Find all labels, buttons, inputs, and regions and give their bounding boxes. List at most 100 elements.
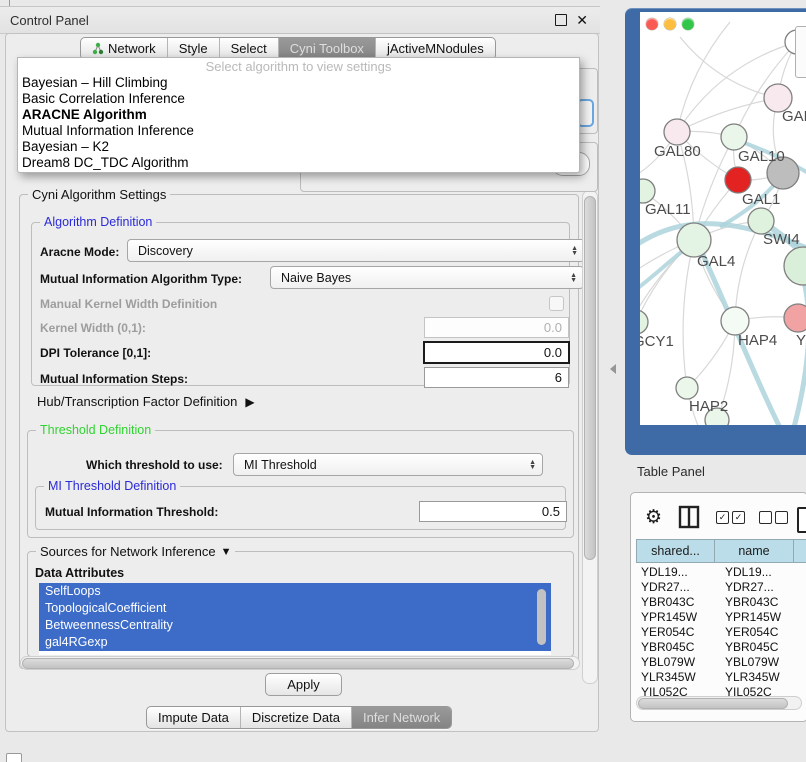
attribute-item[interactable]: SelfLoops (39, 583, 551, 600)
network-edge[interactable] (683, 240, 694, 388)
table-row[interactable]: YBR045CYBR045C9. (636, 640, 806, 655)
manual-kernel-checkbox[interactable] (549, 296, 564, 311)
table-cell: YBR045C (636, 640, 718, 655)
table-row[interactable]: YDL19...YDL19...13 (636, 565, 806, 580)
settings-hscroll-thumb[interactable] (22, 658, 574, 669)
network-node-gal10[interactable] (721, 124, 747, 150)
list-scrollbar-thumb[interactable] (537, 589, 546, 645)
tab-discretize-data[interactable]: Discretize Data (240, 707, 351, 728)
tab-impute-data[interactable]: Impute Data (147, 707, 240, 728)
network-node-gal11[interactable] (640, 179, 655, 203)
tab-label: jActiveMNodules (387, 38, 484, 59)
tab-label: Cyni Toolbox (290, 38, 364, 59)
tab-jactivemnodules[interactable]: jActiveMNodules (375, 38, 495, 59)
attribute-item[interactable]: TopologicalCoefficient (39, 600, 551, 617)
document-icon[interactable] (797, 507, 806, 533)
mi-steps-field[interactable]: 6 (424, 367, 569, 388)
menu-item-bayesian-k2[interactable]: Bayesian – K2 (18, 139, 579, 155)
float-window-icon[interactable] (555, 14, 567, 26)
apply-button[interactable]: Apply (265, 673, 342, 696)
dpi-tolerance-field[interactable]: 0.0 (423, 341, 570, 364)
menu-item-bayesian-hill-climbing[interactable]: Bayesian – Hill Climbing (18, 75, 579, 91)
table-cell: YDR27... (636, 580, 718, 595)
sources-legend[interactable]: Sources for Network Inference ▼ (36, 544, 235, 559)
attribute-item[interactable]: gal4RGexp (39, 634, 551, 651)
mi-algorithm-type-label: Mutual Information Algorithm Type: (40, 272, 242, 286)
network-node[interactable] (784, 247, 806, 285)
table-hscroll-thumb[interactable] (638, 698, 788, 709)
table-cell: YBL079W (718, 655, 803, 670)
table-horizontal-scrollbar[interactable] (636, 696, 802, 710)
table-row[interactable]: YDR27...YDR27...12 (636, 580, 806, 595)
deselect-all-checkbox-icon2[interactable] (775, 511, 788, 524)
table-row[interactable]: YPR145WYPR145W9. (636, 610, 806, 625)
column-settings-icon[interactable] (678, 505, 700, 529)
network-edge[interactable] (735, 221, 761, 321)
node-label: GAL4 (697, 253, 735, 270)
zoom-traffic-light[interactable] (682, 18, 694, 30)
gear-icon[interactable]: ⚙ (645, 506, 662, 529)
which-threshold-combo[interactable]: MI Threshold ▲▼ (233, 453, 543, 476)
network-node-gal80[interactable] (664, 119, 690, 145)
menu-item-mutual-information-inference[interactable]: Mutual Information Inference (18, 123, 579, 139)
network-node-gal4[interactable] (677, 223, 711, 257)
column-header-shared...[interactable]: shared... (636, 539, 715, 563)
mit-value: 0.5 (542, 504, 560, 519)
hub-definition-toggle[interactable]: Hub/Transcription Factor Definition ▶ (37, 394, 255, 409)
tab-infer-network[interactable]: Infer Network (351, 707, 451, 728)
data-attributes-label: Data Attributes (35, 566, 124, 580)
column-header-cut[interactable] (794, 539, 806, 563)
kernel-width-field[interactable]: 0.0 (424, 317, 569, 338)
attribute-item[interactable]: BetweennessCentrality (39, 617, 551, 634)
table-cell: YLR345W (636, 670, 718, 685)
settings-vertical-scrollbar[interactable] (582, 190, 598, 684)
table-cell: YPR145W (636, 610, 718, 625)
deselect-all-checkbox-icon[interactable] (759, 511, 772, 524)
threshold-definition-legend: Threshold Definition (36, 423, 155, 437)
network-node-gcy1[interactable] (640, 310, 648, 334)
table-row[interactable]: YER054CYER054C8. (636, 625, 806, 640)
network-node-hap2[interactable] (676, 377, 698, 399)
tab-label: Network (108, 38, 156, 59)
cut-off-toolbar (795, 26, 806, 78)
menu-item-dream8-dc-tdc-algorithm[interactable]: Dream8 DC_TDC Algorithm (18, 155, 579, 171)
network-view-canvas[interactable]: GALGAL80GAL10GAL1GAL11SWI4GAL4GCY1HAP4YH… (640, 12, 806, 425)
table-cell: YBR045C (718, 640, 803, 655)
network-edge[interactable] (677, 22, 730, 132)
select-all-checkbox-icon[interactable]: ✓ (716, 511, 729, 524)
tab-label: Discretize Data (252, 707, 340, 728)
close-traffic-light[interactable] (646, 18, 658, 30)
tab-network[interactable]: Network (81, 38, 167, 59)
tab-style[interactable]: Style (167, 38, 219, 59)
splitpane-collapse-icon[interactable] (610, 364, 616, 374)
manual-kernel-label: Manual Kernel Width Definition (40, 297, 217, 311)
algorithm-dropdown-prompt: Select algorithm to view settings (18, 58, 579, 75)
select-all-checkbox-icon2[interactable]: ✓ (732, 511, 745, 524)
mi-algorithm-type-combo[interactable]: Naive Bayes ▲▼ (270, 266, 584, 289)
tab-select[interactable]: Select (219, 38, 278, 59)
table-row[interactable]: YBL079WYBL079W (636, 655, 806, 670)
table-row[interactable]: YBR043CYBR043C (636, 595, 806, 610)
tab-cyni-toolbox[interactable]: Cyni Toolbox (278, 38, 375, 59)
tab-label: Infer Network (363, 707, 440, 728)
mit-field[interactable]: 0.5 (419, 501, 567, 522)
mi-threshold-definition-legend: MI Threshold Definition (44, 479, 180, 493)
menu-item-aracne-algorithm[interactable]: ARACNE Algorithm (18, 107, 579, 123)
close-icon[interactable]: ✕ (576, 15, 588, 25)
minimize-traffic-light[interactable] (664, 18, 676, 30)
table-cell: YDL19... (636, 565, 718, 580)
table-panel-title: Table Panel (637, 464, 705, 479)
table-row[interactable]: YLR345WYLR345W9. (636, 670, 806, 685)
network-node-gal1[interactable] (725, 167, 751, 193)
column-header-name[interactable]: name (715, 539, 794, 563)
menu-item-basic-correlation-inference[interactable]: Basic Correlation Inference (18, 91, 579, 107)
aracne-mode-combo[interactable]: Discovery ▲▼ (127, 239, 585, 262)
network-node-hap4[interactable] (721, 307, 749, 335)
settings-vscroll-thumb[interactable] (584, 196, 596, 560)
network-edge[interactable] (680, 37, 778, 98)
settings-horizontal-scrollbar[interactable] (20, 656, 580, 670)
data-attributes-list[interactable]: SelfLoopsTopologicalCoefficientBetweenne… (39, 583, 551, 655)
dpi-tolerance-label: DPI Tolerance [0,1]: (40, 346, 151, 360)
expand-arrow-icon: ▶ (245, 395, 254, 409)
network-node-y[interactable] (784, 304, 806, 332)
